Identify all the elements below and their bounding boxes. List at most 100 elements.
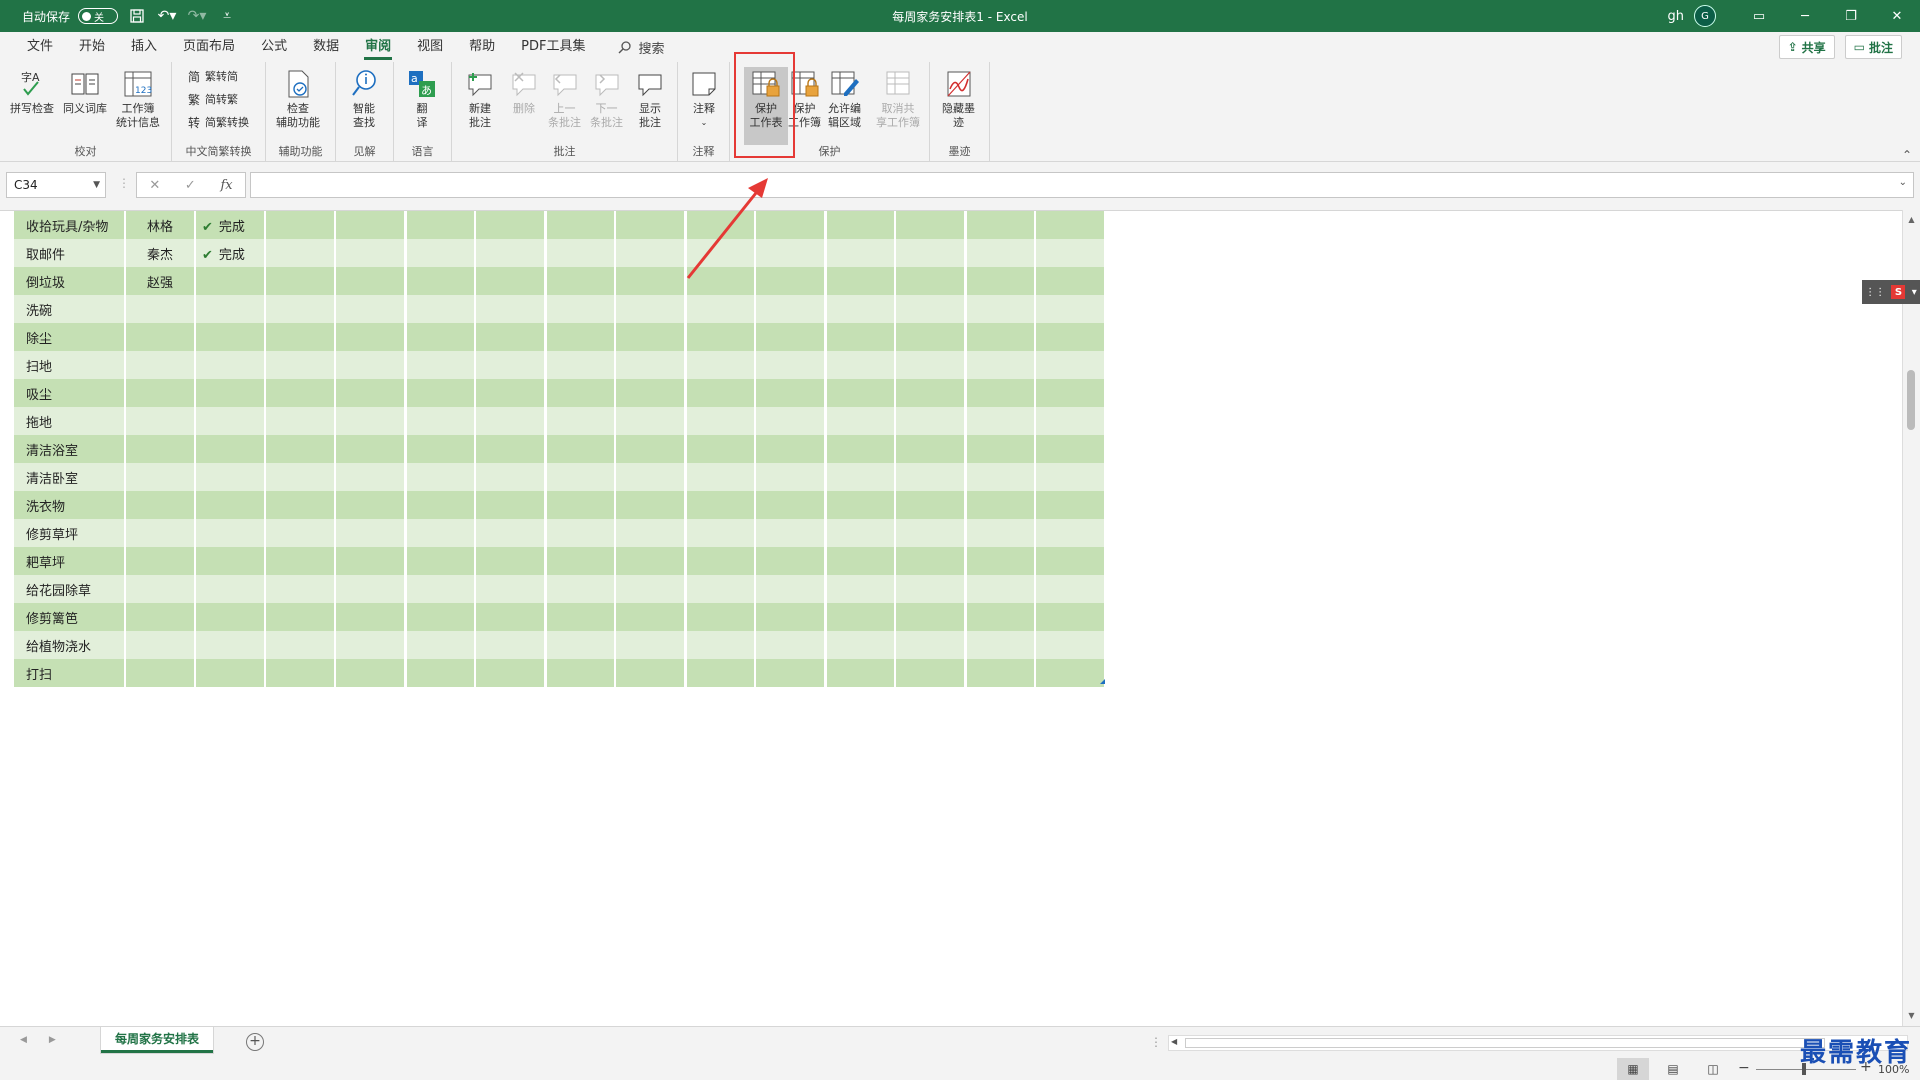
day-cell[interactable]	[405, 407, 476, 435]
day-cell[interactable]	[545, 267, 616, 295]
day-cell[interactable]	[1035, 463, 1107, 491]
day-cell[interactable]	[265, 323, 336, 351]
undo-icon[interactable]: ↶▾	[156, 6, 178, 26]
day-cell[interactable]	[755, 379, 827, 407]
expand-formula-bar-icon[interactable]: ⌄	[1899, 177, 1907, 188]
zoom-out-icon[interactable]: −	[1738, 1060, 1750, 1076]
collapse-ribbon-icon[interactable]: ⌃	[1902, 148, 1912, 162]
day-cell[interactable]	[545, 463, 616, 491]
day-cell[interactable]	[335, 491, 407, 519]
page-break-view-icon[interactable]: ◫	[1697, 1058, 1729, 1080]
day-cell[interactable]	[615, 575, 687, 603]
status-cell[interactable]: ✔ 完成	[195, 239, 266, 267]
day-cell[interactable]	[1035, 323, 1107, 351]
thesaurus-button[interactable]: 同义词库	[63, 67, 107, 116]
assignee-cell[interactable]	[125, 351, 196, 379]
day-cell[interactable]	[1035, 491, 1107, 519]
hide-ink-button[interactable]: 隐藏墨 迹	[942, 67, 975, 130]
day-cell[interactable]	[265, 659, 336, 687]
day-cell[interactable]	[475, 295, 547, 323]
day-cell[interactable]	[755, 295, 827, 323]
task-cell[interactable]: 清洁卧室	[14, 463, 126, 491]
day-cell[interactable]	[755, 407, 827, 435]
ime-menu-icon[interactable]: ▾	[1912, 287, 1917, 298]
day-cell[interactable]	[685, 463, 756, 491]
status-cell[interactable]	[195, 659, 266, 687]
day-cell[interactable]	[965, 659, 1036, 687]
day-cell[interactable]	[965, 295, 1036, 323]
day-cell[interactable]	[755, 239, 827, 267]
day-cell[interactable]	[1035, 211, 1107, 239]
day-cell[interactable]	[1035, 435, 1107, 463]
tab-help[interactable]: 帮助	[456, 32, 508, 62]
tab-view[interactable]: 视图	[404, 32, 456, 62]
task-cell[interactable]: 除尘	[14, 323, 126, 351]
day-cell[interactable]	[335, 211, 407, 239]
day-cell[interactable]	[965, 491, 1036, 519]
save-icon[interactable]	[126, 6, 148, 26]
tab-file[interactable]: 文件	[14, 32, 66, 62]
day-cell[interactable]	[895, 603, 967, 631]
day-cell[interactable]	[895, 491, 967, 519]
cancel-entry-icon[interactable]: ✕	[149, 178, 160, 193]
task-cell[interactable]: 修剪草坪	[14, 519, 126, 547]
day-cell[interactable]	[1035, 631, 1107, 659]
chinese-conversion-button[interactable]: 转简繁转换	[186, 114, 249, 130]
day-cell[interactable]	[335, 351, 407, 379]
day-cell[interactable]	[685, 295, 756, 323]
day-cell[interactable]	[895, 379, 967, 407]
task-cell[interactable]: 扫地	[14, 351, 126, 379]
day-cell[interactable]	[965, 547, 1036, 575]
day-cell[interactable]	[475, 351, 547, 379]
day-cell[interactable]	[685, 379, 756, 407]
assignee-cell[interactable]	[125, 547, 196, 575]
day-cell[interactable]	[825, 351, 896, 379]
day-cell[interactable]	[475, 603, 547, 631]
next-sheet-icon[interactable]: ▶	[49, 1035, 56, 1045]
check-accessibility-button[interactable]: 检查 辅助功能	[276, 67, 320, 130]
day-cell[interactable]	[825, 547, 896, 575]
scroll-up-icon[interactable]: ▲	[1903, 212, 1920, 228]
tab-formulas[interactable]: 公式	[248, 32, 300, 62]
day-cell[interactable]	[265, 211, 336, 239]
day-cell[interactable]	[685, 603, 756, 631]
day-cell[interactable]	[405, 463, 476, 491]
day-cell[interactable]	[545, 295, 616, 323]
day-cell[interactable]	[755, 575, 827, 603]
day-cell[interactable]	[615, 435, 687, 463]
day-cell[interactable]	[405, 379, 476, 407]
task-cell[interactable]: 打扫	[14, 659, 126, 687]
status-cell[interactable]	[195, 295, 266, 323]
day-cell[interactable]	[545, 323, 616, 351]
traditional-to-simplified-button[interactable]: 简繁转简	[186, 68, 238, 84]
assignee-cell[interactable]	[125, 407, 196, 435]
show-comments-button[interactable]: 显示 批注	[634, 67, 666, 130]
confirm-entry-icon[interactable]: ✓	[185, 178, 196, 193]
status-cell[interactable]: ✔ 完成	[195, 211, 266, 239]
vertical-scrollbar[interactable]: ▲ ▼	[1902, 210, 1920, 1026]
day-cell[interactable]	[615, 351, 687, 379]
redo-icon[interactable]: ↷▾	[186, 6, 208, 26]
day-cell[interactable]	[545, 435, 616, 463]
day-cell[interactable]	[265, 463, 336, 491]
day-cell[interactable]	[475, 407, 547, 435]
status-cell[interactable]	[195, 491, 266, 519]
day-cell[interactable]	[895, 519, 967, 547]
day-cell[interactable]	[685, 435, 756, 463]
day-cell[interactable]	[825, 491, 896, 519]
day-cell[interactable]	[545, 211, 616, 239]
worksheet-grid[interactable]: 收拾玩具/杂物 林格 ✔ 完成 取邮件 秦杰 ✔ 完成 倒垃圾 赵强 洗碗 除尘 扫地 吸尘 拖地 清洁浴室清…	[0, 210, 1902, 1026]
day-cell[interactable]	[615, 547, 687, 575]
day-cell[interactable]	[755, 659, 827, 687]
day-cell[interactable]	[265, 575, 336, 603]
horizontal-scrollbar[interactable]: ◀	[1168, 1035, 1908, 1051]
day-cell[interactable]	[405, 659, 476, 687]
day-cell[interactable]	[545, 407, 616, 435]
assignee-cell[interactable]: 林格	[125, 211, 196, 239]
tab-home[interactable]: 开始	[66, 32, 118, 62]
day-cell[interactable]	[755, 351, 827, 379]
zoom-slider[interactable]	[1756, 1069, 1856, 1070]
task-cell[interactable]: 洗衣物	[14, 491, 126, 519]
assignee-cell[interactable]	[125, 323, 196, 351]
day-cell[interactable]	[755, 463, 827, 491]
